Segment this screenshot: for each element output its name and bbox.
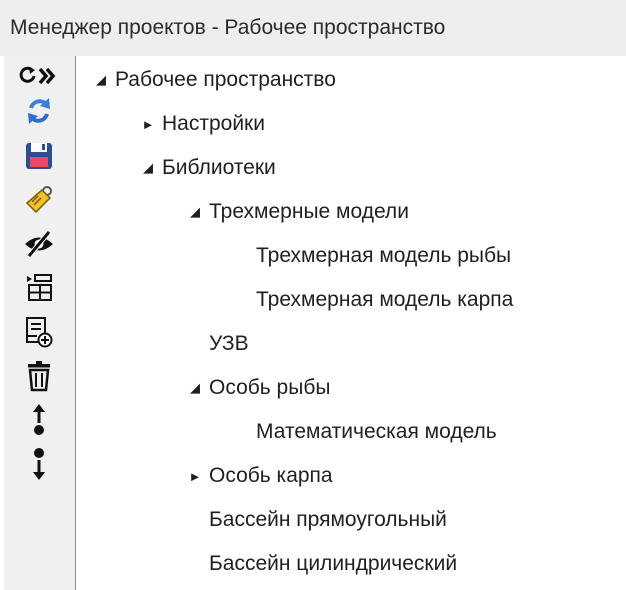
project-manager-window: Менеджер проектов - Рабочее пространство <box>0 0 626 590</box>
sync-icon <box>23 95 55 127</box>
vertical-toolbar <box>4 56 76 590</box>
tree-node[interactable]: Трехмерная модель рыбы <box>232 234 511 278</box>
expanded-arrow-icon[interactable]: ◢ <box>185 380 205 396</box>
tree-node[interactable]: УЗВ <box>185 322 249 366</box>
tree-node[interactable]: ◢ Рабочее пространство <box>91 58 336 102</box>
tree-node-label: УЗВ <box>209 332 249 355</box>
collapsed-arrow-icon[interactable]: ► <box>185 469 205 484</box>
table-tree-button[interactable] <box>12 268 66 308</box>
tree-node[interactable]: ◢ Особь рыбы <box>185 366 330 410</box>
move-up-icon <box>29 402 49 438</box>
tree-node-label: Настройки <box>162 112 265 135</box>
table-tree-icon <box>23 273 55 303</box>
tree-node[interactable]: Трехмерная модель карпа <box>232 278 513 322</box>
trash-icon <box>25 360 53 392</box>
window-title: Менеджер проектов - Рабочее пространство <box>10 16 446 39</box>
tree-node-label: Бассейн прямоугольный <box>209 508 447 531</box>
sync-button[interactable] <box>12 94 66 128</box>
move-up-button[interactable] <box>12 400 66 440</box>
save-icon <box>24 141 54 171</box>
tree-node[interactable]: ◢ Библиотеки <box>138 146 276 190</box>
tree-node-label: Особь рыбы <box>209 376 331 399</box>
refresh-expand-icon <box>19 64 59 88</box>
eye-hidden-icon <box>23 230 55 258</box>
tree-node-label: Библиотеки <box>162 156 276 179</box>
tree-node-label: Математическая модель <box>256 420 497 443</box>
tree-node-label: Рабочее пространство <box>115 68 336 91</box>
move-down-button[interactable] <box>12 444 66 484</box>
delete-button[interactable] <box>12 356 66 396</box>
expanded-arrow-icon[interactable]: ◢ <box>138 160 158 176</box>
refresh-expand-button[interactable] <box>12 58 66 94</box>
tag-button[interactable] <box>12 180 66 220</box>
save-button[interactable] <box>12 136 66 176</box>
tree-node[interactable]: Математическая модель <box>232 410 497 454</box>
tag-icon <box>23 184 55 216</box>
tree-node[interactable]: ► Особь карпа <box>185 454 333 498</box>
collapsed-arrow-icon[interactable]: ► <box>138 117 158 132</box>
tree-node-label: Трехмерная модель рыбы <box>256 244 512 267</box>
tree-node[interactable]: ◢ Трехмерные модели <box>185 190 409 234</box>
tree-node-label: Особь карпа <box>209 464 333 487</box>
tree-node[interactable]: ► Настройки <box>138 102 265 146</box>
hide-button[interactable] <box>12 224 66 264</box>
add-document-button[interactable] <box>12 312 66 352</box>
move-down-icon <box>29 446 49 482</box>
tree-node[interactable]: Бассейн цилиндрический <box>185 542 457 586</box>
workspace-tree: ◢ Рабочее пространство ► Настройки ◢ Библиоте… <box>77 56 626 590</box>
expanded-arrow-icon[interactable]: ◢ <box>185 204 205 220</box>
tree-node-label: Трехмерные модели <box>209 200 409 223</box>
expanded-arrow-icon[interactable]: ◢ <box>91 72 111 88</box>
add-document-icon <box>23 316 55 348</box>
tree-node[interactable]: Бассейн прямоугольный <box>185 498 447 542</box>
tree-node-label: Трехмерная модель карпа <box>256 288 514 311</box>
tree-node-label: Бассейн цилиндрический <box>209 552 458 575</box>
title-bar: Менеджер проектов - Рабочее пространство <box>0 0 626 56</box>
